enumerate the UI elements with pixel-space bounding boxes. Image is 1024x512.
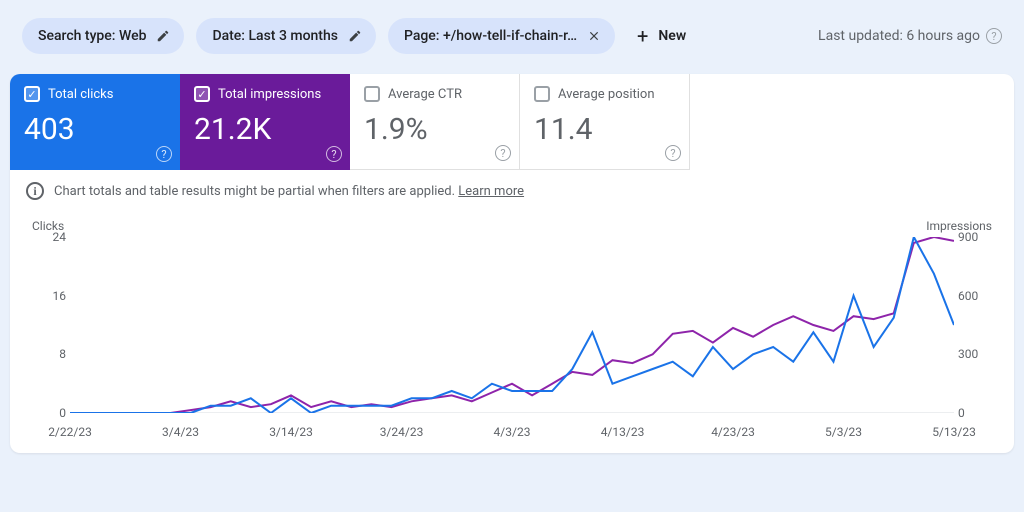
x-tick: 3/4/23: [162, 425, 199, 439]
metric-total-clicks[interactable]: ✓ Total clicks 403 ?: [10, 74, 180, 170]
metric-total-impressions[interactable]: ✓ Total impressions 21.2K ?: [180, 74, 350, 170]
plus-icon: +: [637, 26, 648, 46]
metric-value: 1.9%: [364, 112, 505, 147]
chart-plot[interactable]: [70, 237, 954, 413]
metric-value: 11.4: [534, 112, 675, 147]
x-tick: 3/14/23: [269, 425, 313, 439]
chip-value: Web: [119, 28, 146, 44]
chart-svg: [70, 237, 954, 413]
x-tick: 4/23/23: [711, 425, 755, 439]
filter-chip-page[interactable]: Page: +/how-tell-if-chain-r…: [388, 18, 615, 54]
partial-results-notice: i Chart totals and table results might b…: [10, 170, 1014, 213]
last-updated: Last updated: 6 hours ago ?: [818, 28, 1002, 44]
chart-area: Clicks Impressions 24168090060030002/22/…: [10, 213, 1014, 453]
y-tick-left: 8: [32, 347, 66, 361]
checkbox-unchecked-icon: [364, 86, 380, 102]
y-tick-right: 900: [958, 230, 992, 244]
close-icon[interactable]: [587, 29, 601, 43]
metric-label: Total clicks: [48, 87, 113, 102]
help-icon[interactable]: ?: [495, 145, 511, 161]
help-icon[interactable]: ?: [986, 28, 1002, 44]
checkbox-unchecked-icon: [534, 86, 550, 102]
metric-value: 403: [24, 112, 166, 147]
help-icon[interactable]: ?: [665, 145, 681, 161]
chip-value: +/how-tell-if-chain-r…: [443, 28, 577, 44]
add-filter-button[interactable]: + New: [627, 26, 696, 46]
filter-bar: Search type: Web Date: Last 3 months Pag…: [0, 0, 1024, 68]
y-tick-left: 0: [32, 406, 66, 420]
metric-average-ctr[interactable]: Average CTR 1.9% ?: [350, 74, 520, 170]
chip-value: Last 3 months: [248, 28, 337, 44]
learn-more-link[interactable]: Learn more: [458, 184, 524, 199]
metric-label: Average position: [558, 87, 655, 102]
notice-text: Chart totals and table results might be …: [54, 184, 455, 199]
chip-prefix: Search type:: [38, 28, 119, 44]
x-tick: 5/3/23: [825, 425, 862, 439]
y-tick-left: 16: [32, 289, 66, 303]
checkbox-checked-icon: ✓: [24, 86, 40, 102]
pencil-icon: [156, 29, 170, 43]
pencil-icon: [348, 29, 362, 43]
metric-row: ✓ Total clicks 403 ? ✓ Total impressions…: [10, 74, 1014, 170]
y-tick-right: 0: [958, 406, 992, 420]
metric-label: Average CTR: [388, 87, 462, 102]
x-tick: 3/24/23: [380, 425, 424, 439]
chip-prefix: Date:: [212, 28, 248, 44]
help-icon[interactable]: ?: [326, 146, 342, 162]
last-updated-text: Last updated: 6 hours ago: [818, 28, 980, 44]
checkbox-checked-icon: ✓: [194, 86, 210, 102]
filter-chip-date[interactable]: Date: Last 3 months: [196, 18, 376, 54]
x-tick: 2/22/23: [48, 425, 92, 439]
chip-prefix: Page:: [404, 28, 443, 44]
metric-label: Total impressions: [218, 87, 321, 102]
x-tick: 5/13/23: [932, 425, 976, 439]
info-icon: i: [26, 182, 44, 200]
filter-chip-search-type[interactable]: Search type: Web: [22, 18, 184, 54]
x-tick: 4/13/23: [601, 425, 645, 439]
x-tick: 4/3/23: [494, 425, 531, 439]
help-icon[interactable]: ?: [156, 146, 172, 162]
metric-average-position[interactable]: Average position 11.4 ?: [520, 74, 690, 170]
performance-card: ✓ Total clicks 403 ? ✓ Total impressions…: [10, 74, 1014, 453]
new-label: New: [658, 28, 686, 44]
metric-value: 21.2K: [194, 112, 336, 147]
y-tick-right: 300: [958, 347, 992, 361]
y-tick-left: 24: [32, 230, 66, 244]
y-tick-right: 600: [958, 289, 992, 303]
